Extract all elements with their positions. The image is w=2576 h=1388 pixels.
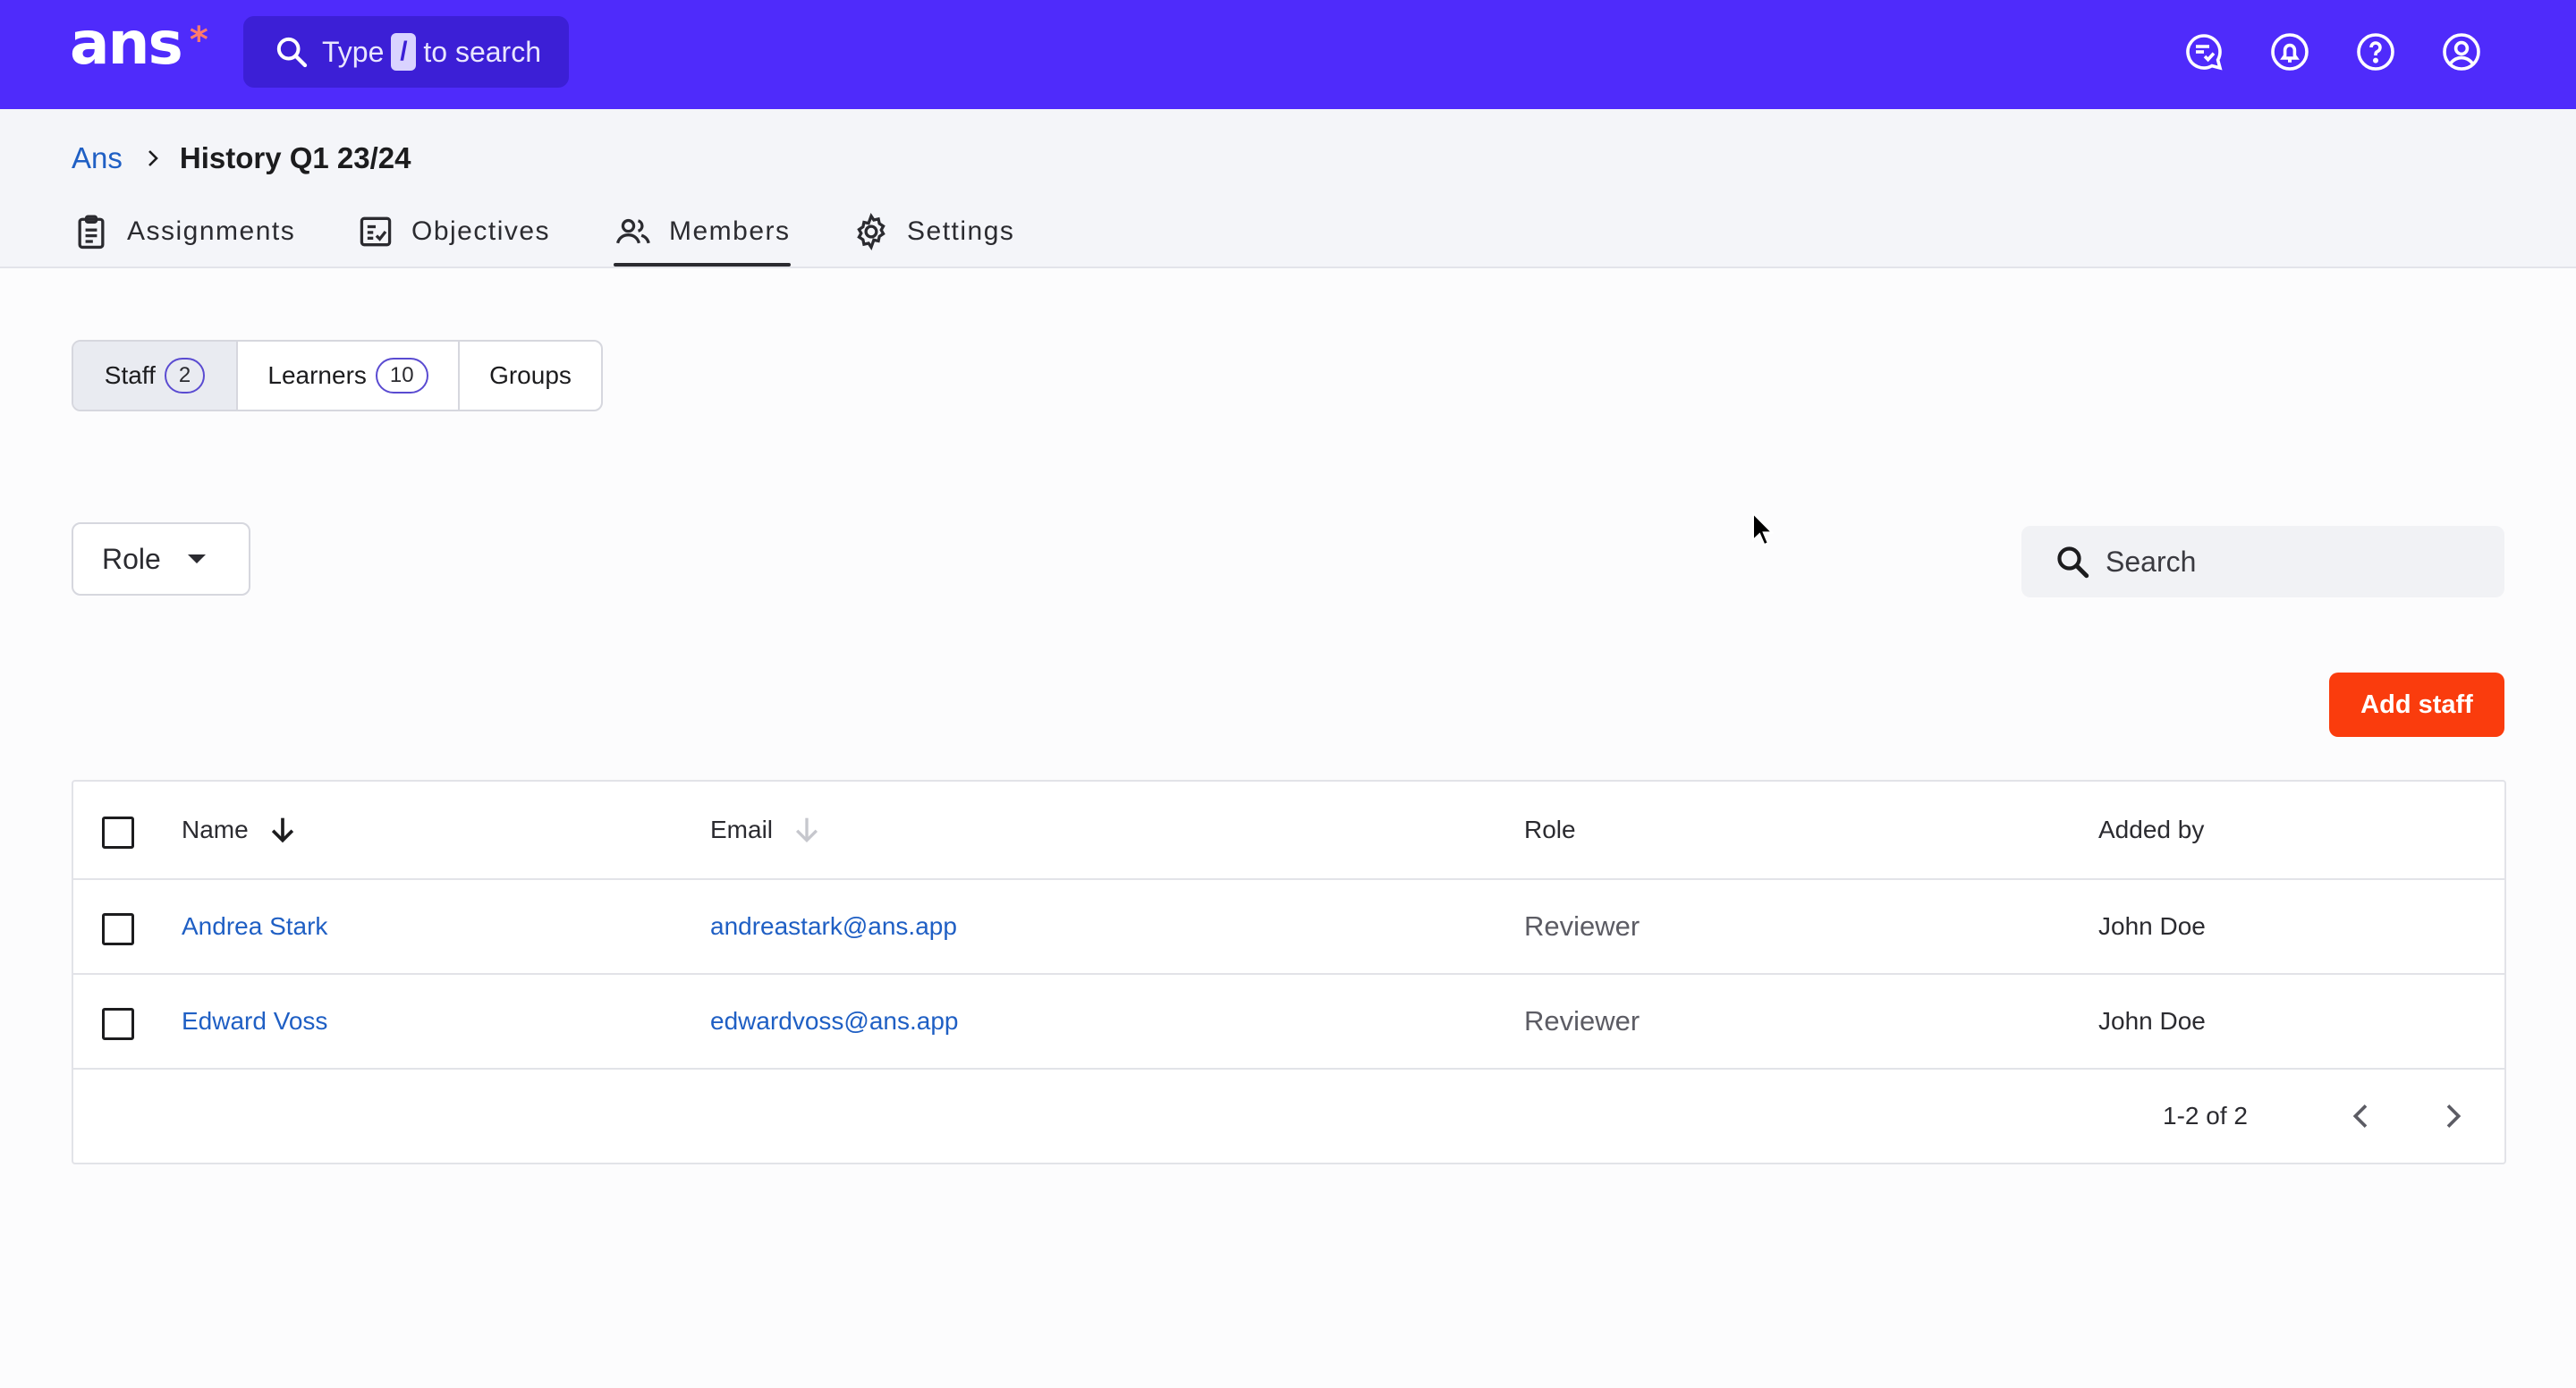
table-row: Andrea Stark andreastark@ans.app Reviewe… [73, 880, 2504, 975]
tab-label: Members [669, 216, 791, 246]
column-header-added-by: Added by [2098, 816, 2205, 843]
select-all-checkbox[interactable] [102, 817, 134, 849]
logo-text: ans [70, 9, 183, 78]
member-role: Reviewer [1524, 910, 1640, 942]
breadcrumb-root-link[interactable]: Ans [72, 141, 123, 175]
role-filter-label: Role [102, 542, 161, 575]
checklist-icon [360, 216, 392, 247]
role-filter-dropdown[interactable]: Role [72, 522, 250, 596]
column-header-label: Name [182, 816, 249, 843]
tab-members[interactable]: Members [614, 199, 791, 267]
staff-table: Name Email Role Added by Andrea Stark an… [72, 780, 2506, 1164]
chat-check-icon[interactable] [2182, 30, 2225, 73]
member-email-link[interactable]: edwardvoss@ans.app [710, 975, 958, 1068]
column-header-name[interactable]: Name [182, 782, 301, 878]
arrow-down-sort-icon[interactable] [789, 812, 825, 848]
search-suffix: to search [423, 35, 541, 68]
next-page-button[interactable] [2435, 1098, 2470, 1134]
help-icon[interactable] [2354, 30, 2397, 73]
segment-groups[interactable]: Groups [460, 342, 601, 410]
tab-label: Settings [907, 216, 1015, 246]
table-row: Edward Voss edwardvoss@ans.app Reviewer … [73, 975, 2504, 1070]
arrow-down-sort-icon[interactable] [265, 812, 301, 848]
tab-assignments[interactable]: Assignments [72, 199, 295, 265]
segment-label: Staff [104, 361, 156, 389]
breadcrumb: Ans History Q1 23/24 [72, 141, 411, 175]
row-checkbox[interactable] [102, 1008, 134, 1040]
pagination: 1-2 of 2 [73, 1070, 2504, 1163]
tab-label: Objectives [411, 216, 551, 246]
count-badge: 10 [375, 358, 428, 394]
people-icon [615, 218, 650, 244]
segment-label: Learners [267, 361, 367, 389]
search-placeholder: Search [2106, 545, 2197, 578]
member-type-segmented-control: Staff 2 Learners 10 Groups [72, 340, 603, 411]
page-title: History Q1 23/24 [179, 141, 411, 174]
member-name-link[interactable]: Edward Voss [182, 975, 327, 1068]
gear-icon [857, 212, 886, 251]
logo-mark: * [189, 20, 208, 61]
member-role: Reviewer [1524, 1005, 1640, 1037]
member-added-by: John Doe [2098, 912, 2206, 940]
member-added-by: John Doe [2098, 1007, 2206, 1035]
member-name-link[interactable]: Andrea Stark [182, 880, 327, 973]
page-header: Ans History Q1 23/24 Assignments Objecti… [0, 109, 2576, 268]
chevron-right-icon [2446, 1104, 2462, 1128]
chevron-left-icon [2352, 1104, 2368, 1128]
global-search-button[interactable]: Type / to search [243, 16, 569, 88]
search-icon [2057, 546, 2089, 579]
column-header-email[interactable]: Email [710, 782, 825, 878]
tab-objectives[interactable]: Objectives [356, 199, 550, 265]
count-badge: 2 [164, 358, 206, 394]
pagination-range: 1-2 of 2 [2163, 1102, 2248, 1130]
tab-label: Assignments [127, 216, 296, 246]
top-bar: ans * Type / to search [0, 0, 2576, 109]
clipboard-icon [78, 215, 105, 250]
row-checkbox[interactable] [102, 913, 134, 945]
segment-staff[interactable]: Staff 2 [73, 342, 238, 410]
segment-learners[interactable]: Learners 10 [238, 342, 460, 410]
tab-settings[interactable]: Settings [852, 199, 1014, 265]
chevron-right-icon [148, 150, 158, 166]
previous-page-button[interactable] [2343, 1098, 2379, 1134]
add-staff-button[interactable]: Add staff [2329, 673, 2504, 737]
search-icon [276, 37, 308, 68]
segment-label: Groups [489, 361, 572, 389]
caret-down-icon [187, 554, 206, 563]
column-header-role: Role [1524, 816, 1576, 843]
notification-bell-icon[interactable] [2268, 30, 2311, 73]
mouse-cursor-icon [1752, 512, 1775, 546]
member-search-input[interactable]: Search [2021, 526, 2504, 597]
member-email-link[interactable]: andreastark@ans.app [710, 880, 957, 973]
search-shortcut-key: / [391, 33, 417, 71]
table-header-row: Name Email Role Added by [73, 782, 2504, 880]
column-header-label: Email [710, 816, 774, 843]
app-logo[interactable]: ans * [70, 13, 208, 75]
search-prefix: Type [322, 35, 385, 68]
account-icon[interactable] [2440, 30, 2483, 73]
